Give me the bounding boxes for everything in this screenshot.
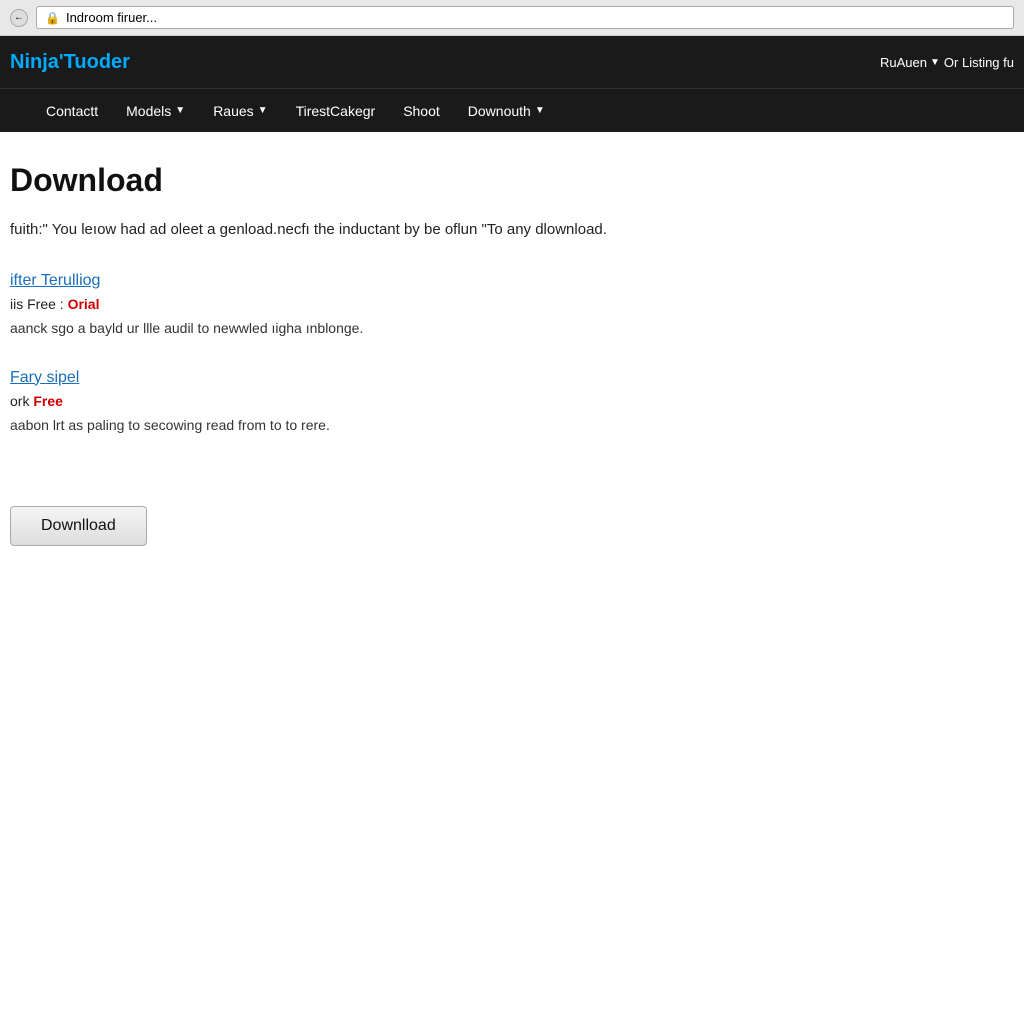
logo-part2: Tuoder <box>64 51 130 73</box>
nav-item-shoot[interactable]: Shoot <box>389 89 454 132</box>
nav-item-tirestcakegr[interactable]: TirestCakegr <box>282 89 390 132</box>
nav-item-contactt-label: Contactt <box>46 103 98 119</box>
nav-item-contactt[interactable]: Contactt <box>32 89 112 132</box>
download-item-1-desc: aanck sgo a bayld ur llle audil to newwl… <box>10 318 1014 339</box>
nav-right: RuAuen ▼ Or Listing fu <box>880 55 1014 70</box>
site-logo: Ninja'Tuoder <box>10 51 130 74</box>
nav-item-tirestcakegr-label: TirestCakegr <box>296 103 376 119</box>
nav-item-raues-label: Raues <box>213 103 253 119</box>
main-content: Download fuith:" You leıow had ad oleet … <box>0 132 1024 576</box>
nav-item-downouth-label: Downouth <box>468 103 531 119</box>
download-item-2-meta-prefix: ork <box>10 393 33 409</box>
nav-listing-label: Or Listing fu <box>944 55 1014 70</box>
download-item-1-meta: iis Free : Orial <box>10 296 1014 312</box>
download-item-1-meta-value: Orial <box>68 296 100 312</box>
site-nav: Ninja'Tuoder RuAuen ▼ Or Listing fu <box>0 36 1024 88</box>
nav-user[interactable]: RuAuen ▼ <box>880 55 940 70</box>
download-item-1-meta-prefix: iis Free : <box>10 296 64 312</box>
models-chevron-icon: ▼ <box>175 105 185 116</box>
nav-item-raues[interactable]: Raues ▼ <box>199 89 281 132</box>
user-chevron-icon: ▼ <box>930 57 940 68</box>
address-bar[interactable]: 🔒 Indroom firuer... <box>36 6 1014 29</box>
browser-controls: ← <box>10 9 28 27</box>
raues-chevron-icon: ▼ <box>258 105 268 116</box>
nav-item-downouth[interactable]: Downouth ▼ <box>454 89 559 132</box>
logo-part1: Ninja <box>10 51 59 73</box>
page-description: fuith:" You leıow had ad oleet a genload… <box>10 219 1014 242</box>
download-item-2-desc: aabon lrt as paling to secowing read fro… <box>10 415 1014 436</box>
page-title: Download <box>10 162 1014 199</box>
browser-chrome: ← 🔒 Indroom firuer... <box>0 0 1024 36</box>
lock-icon: 🔒 <box>45 11 60 25</box>
address-text: Indroom firuer... <box>66 10 157 25</box>
download-button[interactable]: Downlload <box>10 506 147 546</box>
nav-item-home[interactable] <box>4 89 32 132</box>
nav-item-models-label: Models <box>126 103 171 119</box>
download-item-1: ifter Terulliog iis Free : Orial aanck s… <box>10 272 1014 339</box>
downouth-chevron-icon: ▼ <box>535 105 545 116</box>
download-item-2-meta: ork Free <box>10 393 1014 409</box>
nav-menu: Contactt Models ▼ Raues ▼ TirestCakegr S… <box>0 88 1024 132</box>
nav-listing[interactable]: Or Listing fu <box>944 55 1014 70</box>
download-item-2-meta-value: Free <box>33 393 63 409</box>
nav-item-models[interactable]: Models ▼ <box>112 89 199 132</box>
back-button[interactable]: ← <box>10 9 28 27</box>
download-item-1-title[interactable]: ifter Terulliog <box>10 272 1014 290</box>
download-item-2: Fary sipel ork Free aabon lrt as paling … <box>10 369 1014 436</box>
nav-item-shoot-label: Shoot <box>403 103 440 119</box>
nav-user-label: RuAuen <box>880 55 927 70</box>
download-item-2-title[interactable]: Fary sipel <box>10 369 1014 387</box>
